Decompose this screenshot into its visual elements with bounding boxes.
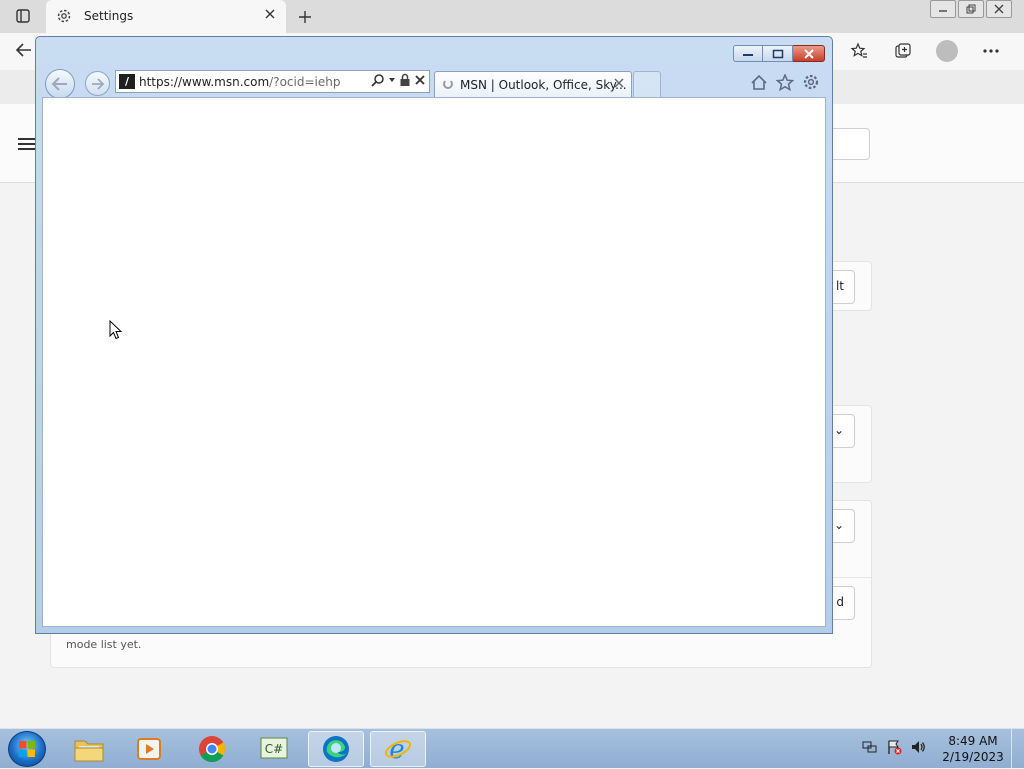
tray-action-center-button[interactable] [886,739,902,755]
home-icon [751,74,767,90]
taskbar: C# e 8:49 AM 2/19/2023 [0,728,1024,769]
profile-button[interactable] [934,39,960,63]
edge-minimize-button[interactable] [930,0,956,18]
arrow-left-icon [15,43,31,57]
internet-explorer-icon: e [384,735,412,764]
taskbar-internet-explorer[interactable]: e [370,731,426,767]
ie-address-bar[interactable]: / https://www.msn.com/?ocid=iehp [115,70,430,93]
ie-maximize-button[interactable] [763,45,793,62]
more-menu-button[interactable] [978,39,1004,63]
close-icon[interactable] [264,8,276,20]
network-icon [862,741,877,753]
favorites-icon [850,42,867,58]
clock-date: 2/19/2023 [942,750,1004,764]
tab-actions-button[interactable] [12,6,34,26]
clock-time: 8:49 AM [948,734,998,748]
taskbar-media-player[interactable] [121,731,177,767]
ie-forward-button[interactable] [85,71,110,96]
lock-icon[interactable] [399,73,411,87]
avatar [936,40,958,62]
restore-icon [966,4,976,14]
dropdown-arrow-icon[interactable] [388,76,396,84]
edge-tab-settings[interactable]: Settings [46,0,286,33]
media-player-icon [137,738,161,760]
edge-close-button[interactable] [986,0,1012,18]
ie-close-button[interactable] [793,45,825,62]
arrow-right-icon [91,77,104,90]
svg-text:e: e [389,735,404,764]
search-icon[interactable] [371,73,385,87]
show-desktop-button[interactable] [1011,729,1024,769]
edge-tab-strip: Settings [0,0,1024,33]
csharp-icon: C# [260,737,288,759]
close-icon [994,4,1004,14]
edge-tab-title: Settings [84,9,134,23]
edge-restore-button[interactable] [958,0,984,18]
ie-tab-title: MSN | Outlook, Office, Sky... [460,78,627,92]
gear-icon [57,9,71,23]
taskbar-clock[interactable]: 8:49 AM 2/19/2023 [940,733,1006,765]
close-icon[interactable] [613,77,625,89]
msn-favicon-icon: / [119,74,135,89]
ie-window: / https://www.msn.com/?ocid=iehp MSN | O… [35,36,833,634]
close-icon [803,48,814,59]
arrow-left-icon [51,77,67,91]
taskbar-file-explorer[interactable] [61,731,117,767]
maximize-icon [772,49,783,58]
ie-tools-button[interactable] [802,73,820,91]
minimize-icon [939,10,947,12]
ie-favorites-button[interactable] [776,73,794,91]
tray-network-button[interactable] [862,739,878,755]
ie-tab-msn[interactable]: MSN | Outlook, Office, Sky... [434,71,632,97]
folder-icon [74,740,104,762]
ie-url-text: https://www.msn.com/?ocid=iehp [139,75,340,89]
system-tray [862,739,926,755]
ie-home-button[interactable] [750,73,768,91]
flag-icon [888,740,902,755]
speaker-icon [912,741,925,753]
url-path: /?ocid=iehp [269,75,341,89]
plus-icon [299,11,311,23]
taskbar-csharp-app[interactable]: C# [246,731,302,767]
new-tab-button[interactable] [294,6,316,28]
star-icon [776,73,794,91]
ellipsis-icon [983,49,999,53]
url-domain: https://www.msn.com [139,75,270,89]
loading-spinner-icon [443,79,453,89]
windows-logo-icon [19,741,35,757]
tray-volume-button[interactable] [910,739,926,755]
edge-icon [323,736,349,762]
ie-page-content[interactable] [42,97,826,627]
collections-button[interactable] [890,39,916,63]
ie-caption-buttons [733,45,825,62]
taskbar-chrome[interactable] [184,731,240,767]
mouse-cursor-icon [109,320,123,340]
ie-minimize-button[interactable] [733,45,763,62]
card-description: mode list yet. [66,638,142,651]
ie-back-button[interactable] [45,69,75,99]
tab-actions-icon [16,9,30,23]
minimize-icon [743,53,753,56]
collections-icon [895,43,911,58]
favorites-button[interactable] [846,39,872,63]
start-button[interactable] [8,731,46,767]
edge-window-controls [928,0,1012,18]
svg-text:C#: C# [265,742,283,756]
chrome-icon [199,736,226,763]
gear-icon [803,74,819,90]
ie-new-tab-button[interactable] [633,71,661,97]
menu-icon[interactable] [18,138,36,152]
taskbar-edge[interactable] [308,731,364,767]
stop-icon[interactable] [414,74,426,86]
